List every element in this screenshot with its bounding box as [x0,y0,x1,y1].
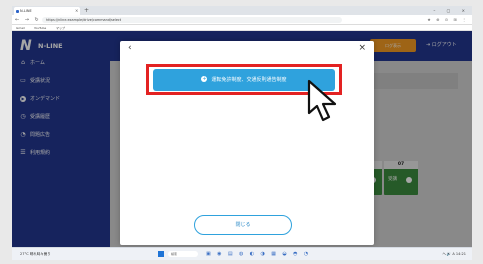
tab-title: N-LINE [20,9,32,13]
taskbar-app-icons[interactable]: ▣ ◉ ▤ ◍ ◐ ◑ ▦ ◒ ◓ ◔ [206,248,311,260]
browser-nav-icons[interactable]: ← → ↻ [15,15,41,25]
weather-widget[interactable]: 27°C 晴れ時々曇り [20,248,51,260]
extension-icons[interactable]: ★ ⊕ ⊙ ⊞ ⋮ [427,15,468,25]
mouse-pointer-icon [307,79,337,122]
new-tab-icon[interactable]: + [84,6,89,15]
favicon-icon [15,9,19,13]
taskbar-search[interactable]: 検索 [168,251,198,257]
tab-close-icon[interactable]: × [75,7,78,15]
url-input[interactable]: https://nline.example/drive/command/sele… [42,17,342,23]
start-icon[interactable] [158,251,164,257]
screen: N-LINE × + – ▢ × ← → ↻ https://nline.exa… [0,0,483,264]
window-controls[interactable]: – ▢ × [433,6,470,15]
address-bar: ← → ↻ https://nline.example/drive/comman… [12,15,472,25]
close-button[interactable]: 閉じる [194,215,292,235]
os-taskbar: 27°C 晴れ時々曇り 検索 ▣ ◉ ▤ ◍ ◐ ◑ ▦ ◒ ◓ ◔ ヘ 🔊 A… [12,247,472,260]
selection-modal: ‹ × + 運転免許制度、交通反則通告制度 閉じる [120,41,374,245]
system-tray[interactable]: ヘ 🔊 A 14:21 [442,248,466,260]
browser-tabstrip: N-LINE × + – ▢ × [12,6,472,15]
back-icon[interactable]: ‹ [128,44,132,53]
browser-tab[interactable]: N-LINE × [14,7,80,15]
close-icon[interactable]: × [358,44,366,53]
